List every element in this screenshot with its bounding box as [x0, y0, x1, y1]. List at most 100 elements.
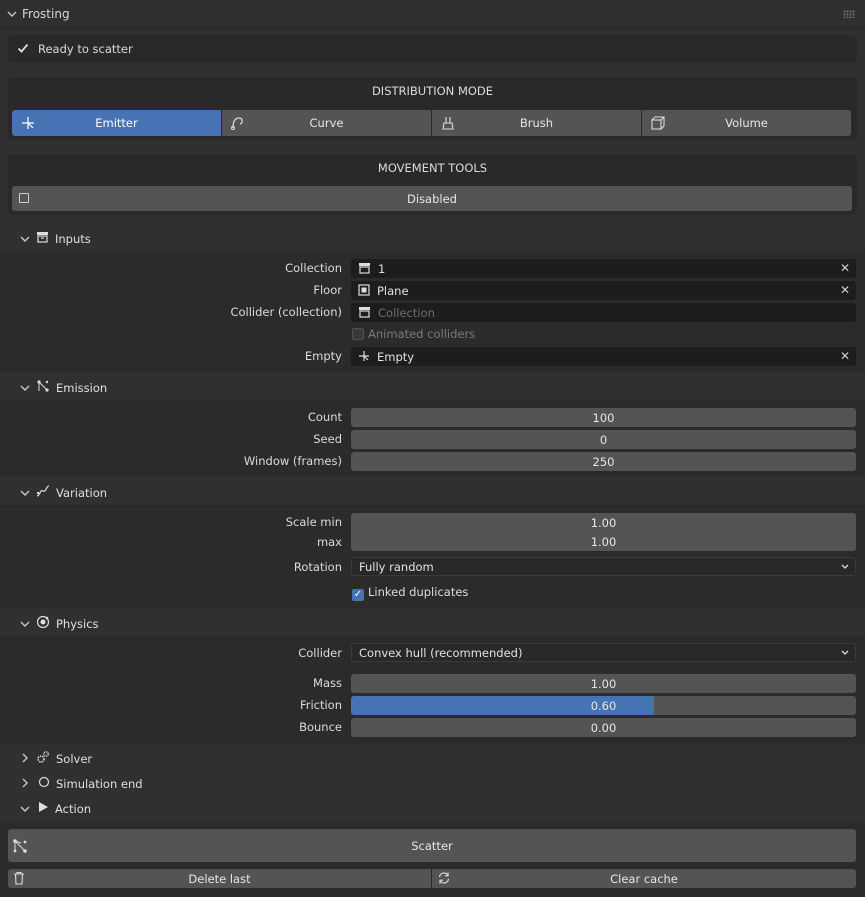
collider-collection-field[interactable]: Collection	[351, 303, 856, 322]
friction-slider[interactable]: 0.60	[351, 696, 856, 715]
scale-min-field[interactable]: 1.00	[351, 513, 856, 532]
rotation-label: Rotation	[293, 560, 342, 574]
mode-label: Brush	[519, 116, 554, 130]
status-text: Ready to scatter	[38, 42, 133, 56]
empty-field[interactable]: Empty ✕	[351, 347, 856, 366]
subpanel-title: Solver	[56, 751, 93, 766]
circle-icon	[38, 776, 50, 791]
drag-grip-icon[interactable]	[843, 10, 855, 18]
inputs-region: Collection 1 ✕ Floor Plane ✕ Collider (c…	[0, 251, 865, 372]
delete-last-button[interactable]: Delete last	[8, 869, 431, 888]
mode-emitter-button[interactable]: Emitter	[12, 110, 221, 136]
subpanel-title: Physics	[56, 616, 99, 631]
empty-label: Empty	[304, 349, 342, 363]
floor-field[interactable]: Plane ✕	[351, 281, 856, 300]
clear-icon[interactable]: ✕	[840, 261, 850, 275]
floor-value: Plane	[377, 283, 409, 298]
brush-icon	[440, 115, 456, 131]
floor-label: Floor	[313, 283, 342, 297]
chevron-down-icon	[20, 486, 30, 500]
scatter-label: Scatter	[411, 838, 453, 853]
collider-dropdown[interactable]: Convex hull (recommended)	[351, 643, 856, 662]
empty-axes-icon	[358, 350, 370, 365]
chevron-down-icon	[20, 381, 30, 395]
simulation-end-subpanel-header[interactable]: Simulation end	[20, 771, 860, 796]
movement-toggle-button[interactable]: Disabled	[12, 186, 852, 211]
mode-label: Curve	[309, 116, 344, 130]
chevron-down-icon	[840, 559, 850, 576]
action-subpanel-header[interactable]: Action	[20, 796, 860, 821]
rotation-dropdown[interactable]: Fully random	[351, 557, 856, 576]
play-icon	[38, 801, 49, 816]
seed-label: Seed	[313, 432, 342, 446]
window-field[interactable]: 250	[351, 452, 856, 471]
particles-icon	[36, 379, 50, 396]
delete-last-label: Delete last	[188, 871, 251, 886]
mass-field[interactable]: 1.00	[351, 674, 856, 693]
curve-icon	[230, 115, 246, 131]
status-box: Ready to scatter	[8, 35, 857, 63]
inputs-subpanel-header[interactable]: Inputs	[20, 226, 860, 251]
collider-label: Collider	[298, 646, 342, 660]
action-region: Scatter Delete last Clear cache	[0, 821, 865, 897]
mode-label: Volume	[725, 116, 768, 130]
physics-region: Collider Convex hull (recommended) Mass …	[0, 636, 865, 744]
animated-colliders-label: Animated colliders	[368, 327, 476, 341]
empty-value: Empty	[377, 349, 415, 364]
mode-curve-button[interactable]: Curve	[222, 110, 431, 136]
subpanel-title: Inputs	[55, 231, 91, 246]
emission-region: Count 100 Seed 0 Window (frames) 250	[0, 400, 865, 476]
movement-toggle-label: Disabled	[407, 191, 457, 206]
chevron-down-icon	[20, 232, 30, 246]
rotation-value: Fully random	[359, 559, 434, 574]
scatter-button[interactable]: Scatter	[8, 829, 856, 862]
friction-value: 0.60	[590, 698, 617, 713]
chevron-down-icon[interactable]	[7, 9, 17, 20]
collider-collection-label: Collider (collection)	[230, 305, 342, 319]
subpanel-title: Action	[55, 801, 92, 816]
collection-field[interactable]: 1 ✕	[351, 259, 856, 278]
collection-value: 1	[378, 261, 386, 276]
clear-cache-label: Clear cache	[610, 871, 678, 886]
clear-icon[interactable]: ✕	[840, 283, 850, 297]
panel-header[interactable]: Frosting	[0, 0, 865, 28]
clear-icon[interactable]: ✕	[840, 349, 850, 363]
chevron-right-icon	[20, 752, 30, 766]
physics-icon	[36, 615, 50, 632]
animated-colliders-checkbox[interactable]	[352, 328, 364, 343]
checkmark-icon	[17, 42, 29, 57]
mode-brush-button[interactable]: Brush	[432, 110, 641, 136]
panel-title: Frosting	[22, 7, 70, 21]
variation-subpanel-header[interactable]: Variation	[20, 480, 860, 505]
mode-volume-button[interactable]: Volume	[642, 110, 851, 136]
linked-duplicates-label: Linked duplicates	[368, 585, 469, 599]
physics-subpanel-header[interactable]: Physics	[20, 611, 860, 636]
bounce-field[interactable]: 0.00	[351, 718, 856, 737]
checkbox-empty-icon	[19, 193, 29, 203]
emission-subpanel-header[interactable]: Emission	[20, 375, 860, 400]
linked-duplicates-checkbox[interactable]: ✓	[352, 586, 364, 601]
solver-subpanel-header[interactable]: Solver	[20, 746, 860, 771]
movement-heading: MOVEMENT TOOLS	[377, 161, 488, 175]
refresh-icon	[437, 871, 451, 888]
particles-icon	[12, 838, 28, 857]
collection-label: Collection	[285, 261, 342, 275]
collider-value: Convex hull (recommended)	[359, 645, 523, 660]
collection-box-icon	[358, 262, 371, 277]
window-label: Window (frames)	[243, 454, 342, 468]
count-field[interactable]: 100	[351, 408, 856, 427]
scale-max-field[interactable]: 1.00	[351, 532, 856, 551]
subpanel-title: Emission	[56, 380, 108, 395]
collection-box-icon	[358, 306, 371, 321]
count-label: Count	[307, 410, 342, 424]
chevron-down-icon	[840, 645, 850, 662]
fcurve-icon	[36, 484, 50, 501]
mode-label: Emitter	[95, 116, 138, 130]
subpanel-title: Variation	[56, 485, 108, 500]
scale-max-label: max	[316, 535, 342, 549]
seed-field[interactable]: 0	[351, 430, 856, 449]
scale-min-label: Scale min	[285, 515, 342, 529]
friction-label: Friction	[299, 698, 342, 712]
gears-icon	[36, 750, 50, 767]
clear-cache-button[interactable]: Clear cache	[432, 869, 856, 888]
